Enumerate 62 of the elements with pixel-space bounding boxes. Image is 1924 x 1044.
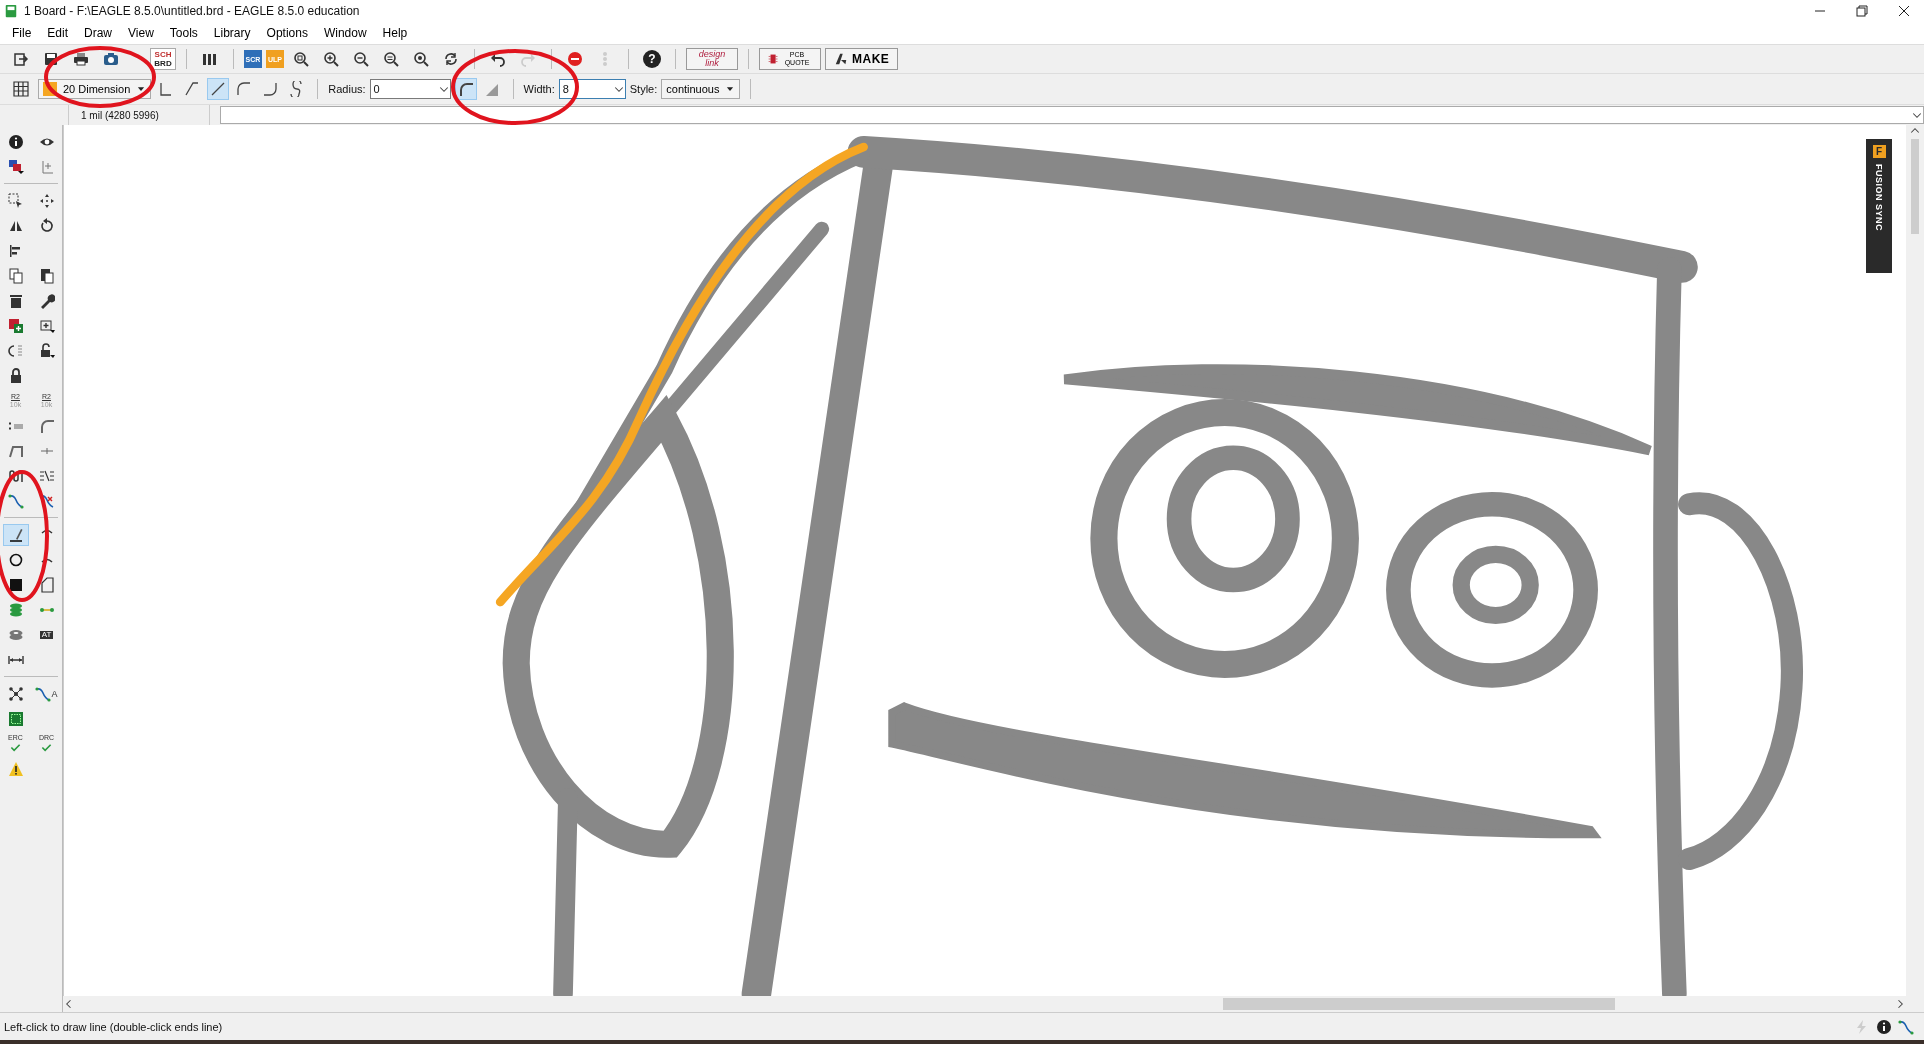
refresh-icon[interactable] <box>443 51 459 67</box>
miter-style-icon <box>457 81 474 97</box>
menu-item[interactable]: Help <box>374 26 416 40</box>
command-line-field[interactable] <box>220 106 1924 124</box>
restore-icon[interactable] <box>1854 3 1870 19</box>
menu-item[interactable]: Draw <box>76 26 121 40</box>
width-label: Width: <box>523 83 555 95</box>
camera-icon[interactable] <box>103 51 119 67</box>
radius-field[interactable]: 0 <box>369 79 451 99</box>
menu-item[interactable]: Tools <box>161 26 206 40</box>
zoom-area-icon[interactable] <box>413 51 429 67</box>
bend-style-icon <box>236 81 253 97</box>
menu-item[interactable]: Edit <box>39 26 77 40</box>
menu-item[interactable]: Options <box>258 26 316 40</box>
status-message: Left-click to draw line (double-click ends line) <box>4 1020 224 1033</box>
radius-label: Radius: <box>328 83 366 95</box>
menu-item[interactable]: File <box>4 26 40 40</box>
stop-icon[interactable] <box>567 51 583 67</box>
pencil-line-icon <box>7 526 24 543</box>
bend-style-icon <box>184 81 201 97</box>
board-canvas[interactable]: F FUSION SYNC <box>63 125 1906 996</box>
window-title: 1 Board - F:\EAGLE 8.5.0\untitled.brd - EAGLE 8.5.0 education <box>24 4 361 18</box>
check-icon <box>41 742 52 753</box>
horizontal-scrollbar-thumb[interactable] <box>1223 998 1615 1010</box>
logo-icon <box>834 52 848 66</box>
zoom-select-icon[interactable] <box>383 51 399 67</box>
make-button[interactable]: MAKE <box>825 48 899 70</box>
switch-board-button[interactable]: SCH BRD <box>150 48 176 70</box>
fusion-sync-tab[interactable]: F FUSION SYNC <box>1866 139 1892 273</box>
route-icon[interactable] <box>1898 1018 1914 1035</box>
drawn-wire-line[interactable] <box>495 142 868 607</box>
bend-style-icon <box>262 81 279 97</box>
zoom-out-icon[interactable] <box>353 51 369 67</box>
vertical-scrollbar-thumb[interactable] <box>1911 139 1919 234</box>
style-label: Style: <box>629 83 658 95</box>
line-tool[interactable] <box>2 523 29 546</box>
zoom-in-icon[interactable] <box>323 51 339 67</box>
print-icon[interactable] <box>73 51 89 67</box>
redo-icon[interactable] <box>520 51 536 67</box>
menu-item[interactable]: Window <box>315 26 375 40</box>
attribute-tool[interactable]: AT <box>39 630 54 639</box>
zoom-fit-icon[interactable] <box>293 51 309 67</box>
check-icon <box>10 742 21 753</box>
menu-item[interactable]: Library <box>205 26 259 40</box>
bend-style-icon <box>288 81 305 97</box>
style-dropdown[interactable]: continuous <box>661 79 741 99</box>
bend-style-icon <box>210 81 227 97</box>
info-icon[interactable] <box>1876 1018 1892 1035</box>
layer-dropdown[interactable]: 20 Dimension <box>38 79 152 99</box>
route-icon <box>35 685 52 702</box>
chip-icon <box>768 52 779 66</box>
route-a-tool[interactable]: A <box>35 685 58 702</box>
books-icon[interactable] <box>202 51 218 67</box>
menu-item[interactable]: View <box>120 26 162 40</box>
import-arrow-icon[interactable] <box>13 51 29 67</box>
app-icon <box>4 4 18 18</box>
width-field[interactable]: 8 <box>558 79 626 99</box>
bend-style-button[interactable] <box>207 78 230 100</box>
grid-icon[interactable] <box>13 81 29 97</box>
help-button[interactable]: ? <box>643 50 661 68</box>
close-icon[interactable] <box>1896 3 1912 19</box>
design-link-button[interactable]: design link <box>686 48 738 70</box>
